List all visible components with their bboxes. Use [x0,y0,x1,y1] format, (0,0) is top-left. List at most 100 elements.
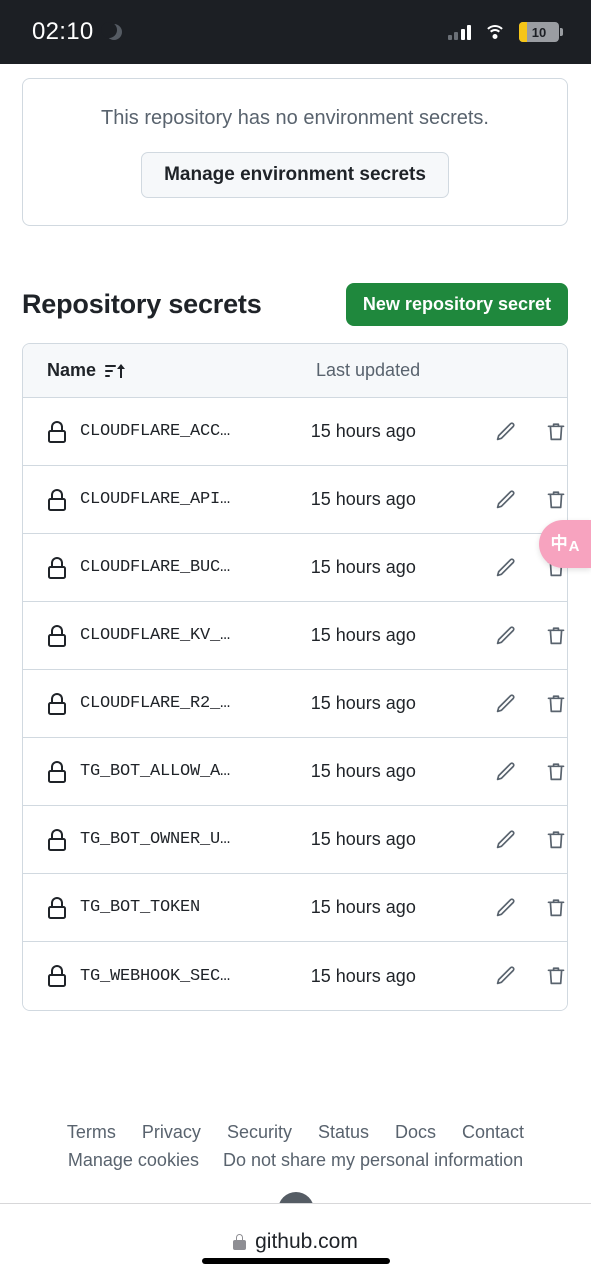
edit-secret-icon[interactable] [493,556,517,580]
table-row: CLOUDFLARE_ACC… 15 hours ago [23,398,567,466]
footer-link[interactable]: Docs [395,1122,436,1143]
row-actions [493,760,567,784]
secure-lock-icon [233,1234,247,1250]
wifi-icon [484,24,506,40]
table-row: CLOUDFLARE_KV_… 15 hours ago [23,602,567,670]
phone-screen: 02:10 10 This repository has no environm… [0,0,591,1280]
lock-icon [47,420,67,443]
secret-last-updated: 15 hours ago [310,489,416,509]
delete-secret-icon[interactable] [545,420,567,444]
home-indicator[interactable] [201,1258,390,1264]
page-title: Repository secrets [22,288,262,319]
secret-name[interactable]: CLOUDFLARE_API… [67,490,311,509]
url-text: github.com [255,1230,358,1253]
lock-icon [47,965,67,987]
repository-secrets-header: Repository secrets New repository secret [22,280,568,328]
lock-icon [47,624,67,647]
footer-link[interactable]: Contact [462,1122,524,1143]
row-actions [493,828,567,852]
delete-secret-icon[interactable] [545,624,567,648]
footer-link[interactable]: Manage cookies [68,1150,199,1171]
translate-icon: 中 A [551,535,580,554]
edit-secret-icon[interactable] [493,760,517,784]
lock-icon [47,556,67,579]
browser-url-bar[interactable]: github.com [0,1204,591,1280]
battery-icon: 10 [519,22,563,42]
row-actions [493,964,567,988]
lock-icon [47,488,67,511]
table-row: CLOUDFLARE_R2_… 15 hours ago [23,670,567,738]
column-header-name-label: Name [47,360,97,380]
new-repository-secret-button[interactable]: New repository secret [345,282,568,326]
edit-secret-icon[interactable] [493,964,517,988]
secret-name[interactable]: CLOUDFLARE_ACC… [67,422,311,441]
secret-name[interactable]: TG_BOT_ALLOW_A… [67,762,311,781]
table-row: TG_BOT_TOKEN 15 hours ago [23,874,567,942]
edit-secret-icon[interactable] [493,828,517,852]
manage-environment-secrets-button[interactable]: Manage environment secrets [141,151,449,198]
table-header-row: Name Last updated [23,344,567,398]
secret-last-updated: 15 hours ago [310,897,416,917]
repository-secrets-table: Name Last updated CLOUDFLARE_ACC… 15 hour… [22,343,568,1011]
cellular-signal-icon [447,24,471,40]
edit-secret-icon[interactable] [493,692,517,716]
secret-name[interactable]: TG_BOT_OWNER_U… [67,830,311,849]
table-row: TG_BOT_OWNER_U… 15 hours ago [23,806,567,874]
delete-secret-icon[interactable] [545,488,567,512]
delete-secret-icon[interactable] [545,760,567,784]
delete-secret-icon[interactable] [545,896,567,920]
footer-link[interactable]: Privacy [142,1122,201,1143]
page-content: This repository has no environment secre… [0,64,591,1228]
column-header-last-updated: Last updated [316,360,421,380]
table-row: TG_WEBHOOK_SEC… 15 hours ago [23,942,567,1010]
environment-empty-message: This repository has no environment secre… [101,106,489,129]
secret-last-updated: 15 hours ago [310,557,416,577]
secret-name[interactable]: CLOUDFLARE_R2_… [67,694,311,713]
secret-name[interactable]: TG_BOT_TOKEN [67,898,311,917]
table-row: TG_BOT_ALLOW_A… 15 hours ago [23,738,567,806]
status-bar-right: 10 [447,22,563,42]
footer-link[interactable]: Do not share my personal information [223,1150,523,1171]
edit-secret-icon[interactable] [493,488,517,512]
secret-name[interactable]: CLOUDFLARE_BUC… [67,558,311,577]
lock-icon [47,692,67,715]
footer-links-primary: Terms Privacy Security Status Docs Contact [67,1122,524,1143]
battery-level-label: 10 [531,24,547,40]
edit-secret-icon[interactable] [493,624,517,648]
row-actions [493,896,567,920]
sort-ascending-icon[interactable] [105,362,125,380]
secret-last-updated: 15 hours ago [310,625,416,645]
translate-cn-glyph: 中 [550,533,568,553]
table-row: CLOUDFLARE_BUC… 15 hours ago [23,534,567,602]
secret-last-updated: 15 hours ago [310,829,416,849]
footer-links-secondary: Manage cookies Do not share my personal i… [68,1150,523,1171]
secret-last-updated: 15 hours ago [310,761,416,781]
table-row: CLOUDFLARE_API… 15 hours ago [23,466,567,534]
footer-link[interactable]: Terms [67,1122,116,1143]
status-bar-left: 02:10 [32,18,122,46]
crescent-moon-icon [100,22,122,40]
secret-last-updated: 15 hours ago [310,965,416,986]
delete-secret-icon[interactable] [545,828,567,852]
lock-icon [47,828,67,851]
delete-secret-icon[interactable] [545,964,567,988]
lock-icon [47,760,67,783]
table-body: CLOUDFLARE_ACC… 15 hours ago CLOUDFLARE_AP… [23,398,567,1010]
edit-secret-icon[interactable] [493,896,517,920]
status-bar-clock: 02:10 [32,18,94,45]
edit-secret-icon[interactable] [493,420,517,444]
secret-name[interactable]: TG_WEBHOOK_SEC… [67,967,311,986]
secret-last-updated: 15 hours ago [310,421,416,441]
row-actions [493,624,567,648]
column-header-name[interactable]: Name [47,360,316,381]
row-actions [493,488,567,512]
secret-name[interactable]: CLOUDFLARE_KV_… [67,626,311,645]
row-actions [493,692,567,716]
environment-secrets-card: This repository has no environment secre… [22,78,568,226]
footer-link[interactable]: Security [227,1122,292,1143]
translate-en-glyph: A [568,537,580,555]
delete-secret-icon[interactable] [545,692,567,716]
footer-link[interactable]: Status [318,1122,369,1143]
row-actions [493,420,567,444]
translate-widget-button[interactable]: 中 A [539,520,591,568]
